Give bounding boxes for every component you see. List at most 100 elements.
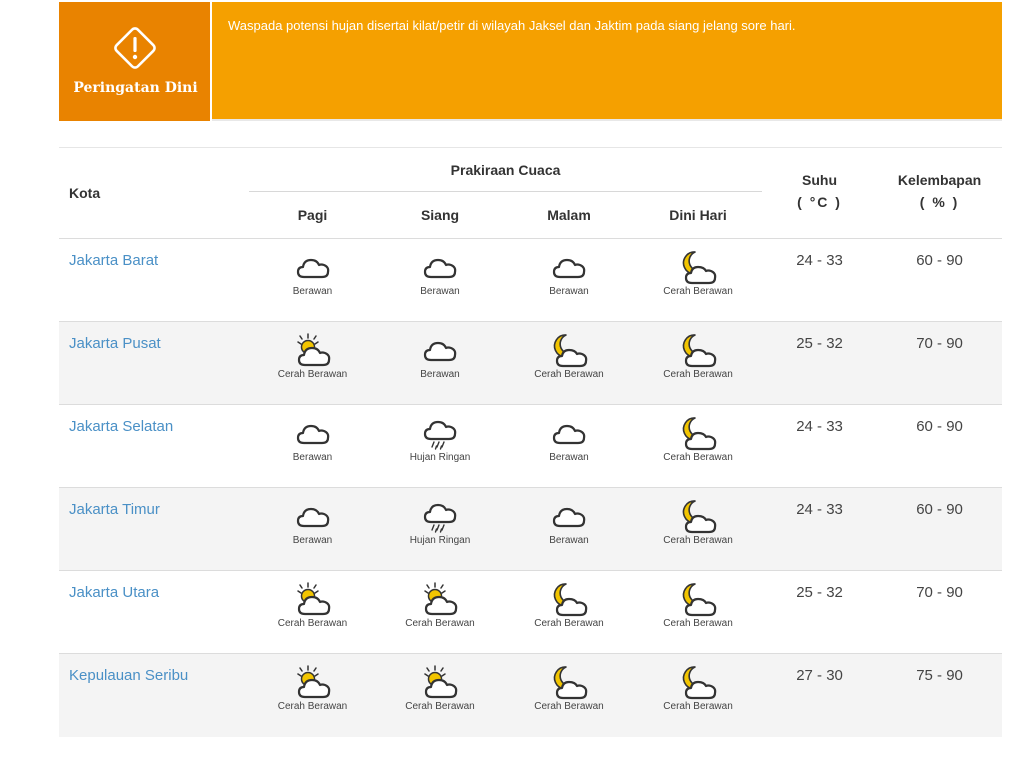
forecast-label: Hujan Ringan: [409, 535, 471, 546]
sun-cloud-icon: [296, 665, 330, 699]
city-link[interactable]: Kepulauan Seribu: [59, 654, 249, 737]
humidity-value: 60 - 90: [916, 418, 963, 435]
forecast-cell: Berawan: [249, 405, 376, 488]
forecast-label: Cerah Berawan: [534, 701, 604, 712]
forecast-label: Hujan Ringan: [409, 452, 471, 463]
forecast-label: Berawan: [549, 452, 589, 463]
forecast-cell: Berawan: [376, 322, 504, 405]
city-link[interactable]: Jakarta Selatan: [59, 405, 249, 488]
forecast-cell: Cerah Berawan: [634, 322, 762, 405]
header-period-early-morning: Dini Hari: [669, 207, 727, 223]
sun-cloud-icon: [296, 333, 330, 367]
forecast-cell: Cerah Berawan: [634, 654, 762, 737]
forecast-cell: Cerah Berawan: [249, 571, 376, 654]
cloudy-icon: [296, 258, 329, 279]
moon-cloud-icon: [682, 334, 717, 368]
forecast-cell: Cerah Berawan: [249, 322, 376, 405]
forecast-cell: Berawan: [504, 239, 634, 322]
table-row: Jakarta Pusat Cerah Berawan Berawan Cerah B…: [59, 321, 1003, 405]
moon-cloud-icon: [682, 583, 717, 617]
temperature-value: 25 - 32: [796, 335, 843, 352]
header-humidity: Kelembapan ( % ): [877, 148, 1002, 239]
sun-cloud-icon: [424, 665, 458, 699]
forecast-rows: Jakarta Barat Berawan Berawan Berawan Cerah …: [59, 238, 1003, 737]
forecast-cell: Cerah Berawan: [376, 654, 504, 737]
forecast-cell: Berawan: [376, 239, 504, 322]
forecast-cell: Cerah Berawan: [504, 571, 634, 654]
table-row: Kepulauan Seribu Cerah Berawan Cerah Beraw…: [59, 653, 1003, 737]
light-rain-icon: [423, 503, 457, 533]
forecast-label: Cerah Berawan: [277, 369, 348, 380]
city-link[interactable]: Jakarta Timur: [59, 488, 249, 571]
moon-cloud-icon: [682, 251, 717, 285]
sun-cloud-icon: [424, 582, 458, 616]
early-warning-title: Peringatan Dini: [73, 80, 198, 96]
temperature-value: 25 - 32: [796, 584, 843, 601]
cloudy-icon: [296, 424, 329, 445]
cloudy-icon: [423, 258, 457, 279]
table-row: Jakarta Selatan Berawan Hujan Ringan Berawa…: [59, 404, 1003, 488]
city-link[interactable]: Jakarta Barat: [59, 239, 249, 322]
header-temperature-unit: ( °C ): [797, 194, 842, 210]
forecast-label: Cerah Berawan: [663, 369, 733, 380]
forecast-cell: Berawan: [504, 405, 634, 488]
cloudy-icon: [552, 258, 586, 279]
header-temperature-label: Suhu: [802, 172, 838, 188]
moon-cloud-icon: [553, 583, 588, 617]
moon-cloud-icon: [682, 666, 717, 700]
moon-cloud-icon: [682, 500, 717, 534]
moon-cloud-icon: [553, 334, 588, 368]
forecast-label: Cerah Berawan: [534, 369, 604, 380]
header-period-morning: Pagi: [297, 207, 328, 223]
table-row: Jakarta Timur Berawan Hujan Ringan Berawan C…: [59, 487, 1003, 571]
forecast-cell: Cerah Berawan: [249, 654, 376, 737]
forecast-label: Cerah Berawan: [663, 286, 733, 297]
forecast-label: Cerah Berawan: [534, 618, 604, 629]
forecast-label: Cerah Berawan: [405, 618, 475, 629]
forecast-label: Cerah Berawan: [663, 701, 733, 712]
forecast-cell: Cerah Berawan: [634, 488, 762, 571]
temperature-value: 27 - 30: [796, 667, 843, 684]
forecast-label: Cerah Berawan: [663, 452, 733, 463]
header-period-night: Malam: [547, 207, 591, 223]
humidity-value: 60 - 90: [916, 501, 963, 518]
humidity-value: 70 - 90: [916, 584, 963, 601]
forecast-label: Berawan: [549, 286, 589, 297]
forecast-label: Berawan: [420, 369, 460, 380]
cloudy-icon: [552, 507, 586, 528]
warning-diamond-icon: [114, 27, 156, 69]
forecast-cell: Cerah Berawan: [504, 322, 634, 405]
header-period-noon: Siang: [420, 207, 460, 223]
weather-forecast-table: Kota Prakiraan Cuaca Suhu ( °C ) Kelembap…: [59, 147, 1003, 737]
forecast-label: Cerah Berawan: [663, 535, 733, 546]
forecast-cell: Cerah Berawan: [376, 571, 504, 654]
moon-cloud-icon: [553, 666, 588, 700]
light-rain-icon: [423, 420, 457, 450]
early-warning-message: Waspada potensi hujan disertai kilat/pet…: [228, 18, 796, 33]
forecast-cell: Cerah Berawan: [634, 239, 762, 322]
table-row: Jakarta Utara Cerah Berawan Cerah Berawan C…: [59, 570, 1003, 654]
header-forecast: Prakiraan Cuaca: [249, 147, 763, 192]
forecast-cell: Hujan Ringan: [376, 488, 504, 571]
forecast-label: Berawan: [420, 286, 460, 297]
forecast-cell: Cerah Berawan: [504, 654, 634, 737]
city-link[interactable]: Jakarta Utara: [59, 571, 249, 654]
moon-cloud-icon: [682, 417, 717, 451]
forecast-cell: Cerah Berawan: [634, 571, 762, 654]
city-link[interactable]: Jakarta Pusat: [59, 322, 249, 405]
temperature-value: 24 - 33: [796, 252, 843, 269]
cloudy-icon: [296, 507, 329, 528]
humidity-value: 75 - 90: [916, 667, 963, 684]
forecast-label: Cerah Berawan: [405, 701, 475, 712]
header-city: Kota: [69, 185, 101, 201]
table-row: Jakarta Barat Berawan Berawan Berawan Cerah …: [59, 238, 1003, 322]
temperature-value: 24 - 33: [796, 418, 843, 435]
forecast-cell: Berawan: [249, 488, 376, 571]
forecast-label: Cerah Berawan: [277, 618, 348, 629]
forecast-label: Berawan: [292, 535, 333, 546]
forecast-cell: Cerah Berawan: [634, 405, 762, 488]
forecast-label: Berawan: [292, 452, 333, 463]
header-humidity-unit: ( % ): [919, 194, 960, 210]
early-warning-banner: Peringatan Dini Waspada potensi hujan di…: [59, 2, 1002, 121]
early-warning-label-box: Peringatan Dini: [59, 2, 212, 121]
